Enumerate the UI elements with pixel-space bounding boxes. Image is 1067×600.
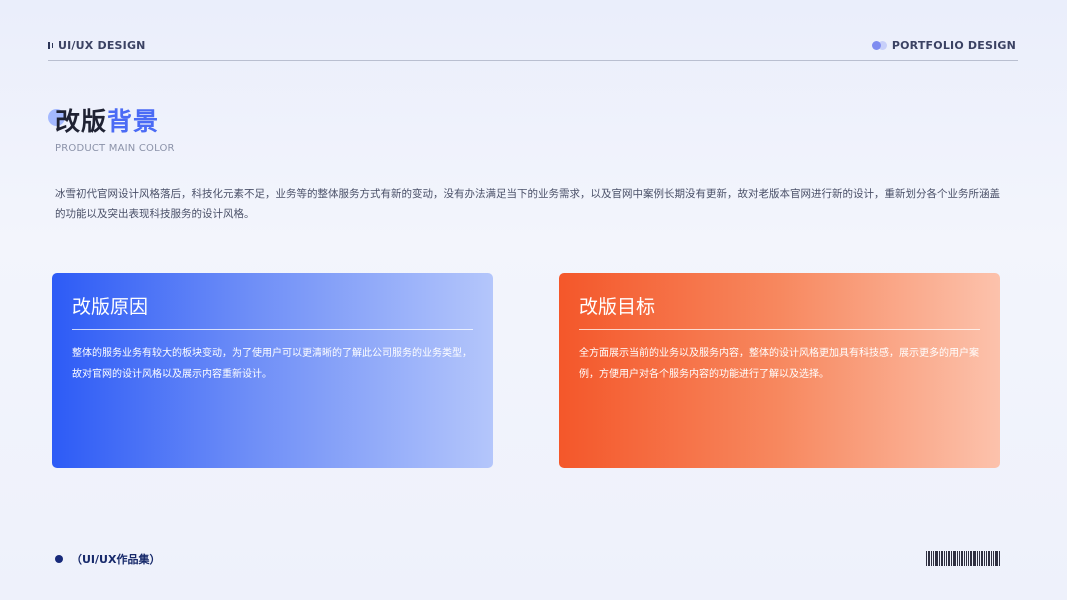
page-header: UI/UX DESIGN PORTFOLIO DESIGN bbox=[48, 30, 1018, 61]
footer-label: （UI/UX作品集） bbox=[71, 553, 161, 566]
barcode-stripe bbox=[964, 551, 965, 566]
toggle-icon bbox=[871, 41, 887, 50]
barcode-stripe bbox=[970, 551, 972, 566]
barcode-icon bbox=[926, 551, 1016, 566]
reason-card-text: 整体的服务业务有较大的板块变动，为了使用户可以更清晰的了解此公司服务的业务类型，… bbox=[72, 348, 472, 380]
barcode-stripe bbox=[961, 551, 963, 566]
header-right: PORTFOLIO DESIGN bbox=[871, 39, 1016, 52]
barcode-stripe bbox=[944, 551, 945, 566]
page-title: 改版背景 bbox=[48, 104, 159, 140]
barcode-stripe bbox=[977, 551, 978, 566]
barcode-stripe bbox=[979, 551, 980, 566]
title-text: 改版背景 bbox=[55, 104, 159, 140]
header-left-label: UI/UX DESIGN bbox=[58, 39, 146, 52]
barcode-stripe bbox=[995, 551, 998, 566]
barcode-stripe bbox=[948, 551, 950, 566]
barcode-stripe bbox=[973, 551, 976, 566]
barcode-stripe bbox=[931, 551, 932, 566]
intro-paragraph: 冰雪初代官网设计风格落后，科技化元素不足，业务等的整体服务方式有新的变动，没有办… bbox=[55, 188, 1000, 220]
barcode-stripe bbox=[986, 551, 987, 566]
header-left: UI/UX DESIGN bbox=[48, 39, 146, 52]
barcode-stripe bbox=[959, 551, 960, 566]
title-part-2: 背景 bbox=[107, 107, 160, 136]
barcode-stripe bbox=[928, 551, 930, 566]
barcode-stripe bbox=[939, 551, 940, 566]
barcode-stripe bbox=[984, 551, 985, 566]
goal-card-divider bbox=[579, 329, 980, 330]
barcode-stripe bbox=[946, 551, 947, 566]
barcode-stripe bbox=[999, 551, 1000, 566]
footer-label-group: （UI/UX作品集） bbox=[55, 551, 160, 567]
barcode-stripe bbox=[957, 551, 958, 566]
barcode-stripe bbox=[951, 551, 952, 566]
reason-card: 改版原因 整体的服务业务有较大的板块变动，为了使用户可以更清晰的了解此公司服务的… bbox=[52, 273, 493, 468]
title-part-1: 改版 bbox=[55, 107, 108, 136]
barcode-stripe bbox=[935, 551, 938, 566]
barcode-stripe bbox=[991, 551, 992, 566]
barcode-stripe bbox=[993, 551, 994, 566]
footer-dot-icon bbox=[55, 555, 63, 563]
page-subtitle: PRODUCT MAIN COLOR bbox=[55, 143, 175, 154]
barcode-stripe bbox=[988, 551, 990, 566]
barcode-stripe bbox=[933, 551, 934, 566]
reason-card-title: 改版原因 bbox=[72, 296, 149, 318]
barcode-stripe bbox=[966, 551, 967, 566]
bars-icon bbox=[48, 42, 53, 49]
barcode-stripe bbox=[941, 551, 943, 566]
barcode-stripe bbox=[953, 551, 956, 566]
header-right-label: PORTFOLIO DESIGN bbox=[891, 39, 1016, 52]
reason-card-divider bbox=[72, 329, 473, 330]
barcode-stripe bbox=[968, 551, 969, 566]
goal-card: 改版目标 全方面展示当前的业务以及服务内容，整体的设计风格更加具有科技感，展示更… bbox=[559, 273, 1000, 468]
goal-card-text: 全方面展示当前的业务以及服务内容，整体的设计风格更加具有科技感，展示更多的用户案… bbox=[579, 348, 979, 380]
barcode-stripe bbox=[926, 551, 927, 566]
barcode-stripe bbox=[981, 551, 983, 566]
goal-card-title: 改版目标 bbox=[579, 296, 656, 318]
